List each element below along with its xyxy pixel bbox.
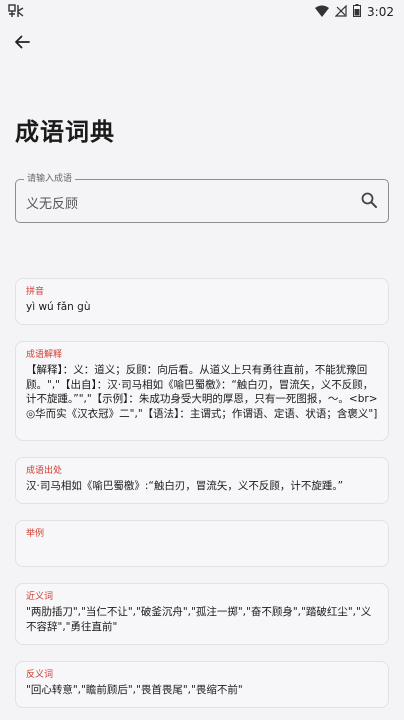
card-title: 近义词 xyxy=(26,592,54,602)
card-body: yì wú fǎn gù xyxy=(26,301,91,313)
search-label: 请输入成语 xyxy=(24,173,76,185)
no-signal-icon xyxy=(334,4,347,20)
arrow-left-icon xyxy=(14,34,30,54)
card-example: 举例 xyxy=(15,520,389,567)
card-title: 举例 xyxy=(26,529,45,539)
search-field[interactable]: 请输入成语 xyxy=(15,173,389,223)
app-logo-icon xyxy=(8,3,24,22)
back-button[interactable] xyxy=(8,30,36,58)
status-time: 3:02 xyxy=(367,5,394,19)
search-icon xyxy=(361,192,377,212)
card-explanation: 成语解释 【解释】：义：道义；反顾：向后看。从道义上只有勇往直前，不能犹豫回顾。… xyxy=(15,341,389,441)
card-source: 成语出处 汉·司马相如《喻巴蜀檄》:“触白刃，冒流矢，义不反顾，计不旋踵。” xyxy=(15,457,389,504)
card-title: 反义词 xyxy=(26,670,54,680)
search-button[interactable] xyxy=(358,191,380,213)
card-body: "两肋插刀","当仁不让","破釜沉舟","孤注一掷","奋不顾身","踏破红尘… xyxy=(26,606,372,633)
page-title: 成语词典 xyxy=(15,118,115,146)
card-synonyms: 近义词 "两肋插刀","当仁不让","破釜沉舟","孤注一掷","奋不顾身","… xyxy=(15,583,389,645)
card-title: 成语解释 xyxy=(26,350,63,360)
card-title: 成语出处 xyxy=(26,466,63,476)
status-left xyxy=(8,3,24,22)
battery-icon xyxy=(353,4,362,20)
wifi-icon xyxy=(315,5,330,20)
status-bar: 3:02 xyxy=(0,0,404,24)
search-input[interactable] xyxy=(26,192,326,212)
card-body: 汉·司马相如《喻巴蜀檄》:“触白刃，冒流矢，义不反顾，计不旋踵。” xyxy=(26,480,344,492)
card-antonyms: 反义词 "回心转意","瞻前顾后","畏首畏尾","畏缩不前" xyxy=(15,661,389,708)
card-body: "回心转意","瞻前顾后","畏首畏尾","畏缩不前" xyxy=(26,684,243,696)
card-pinyin: 拼音 yì wú fǎn gù xyxy=(15,278,389,325)
status-right: 3:02 xyxy=(315,4,394,20)
card-title: 拼音 xyxy=(26,287,45,297)
card-body: 【解释】：义：道义；反顾：向后看。从道义上只有勇往直前，不能犹豫回顾。","【出… xyxy=(26,364,378,420)
